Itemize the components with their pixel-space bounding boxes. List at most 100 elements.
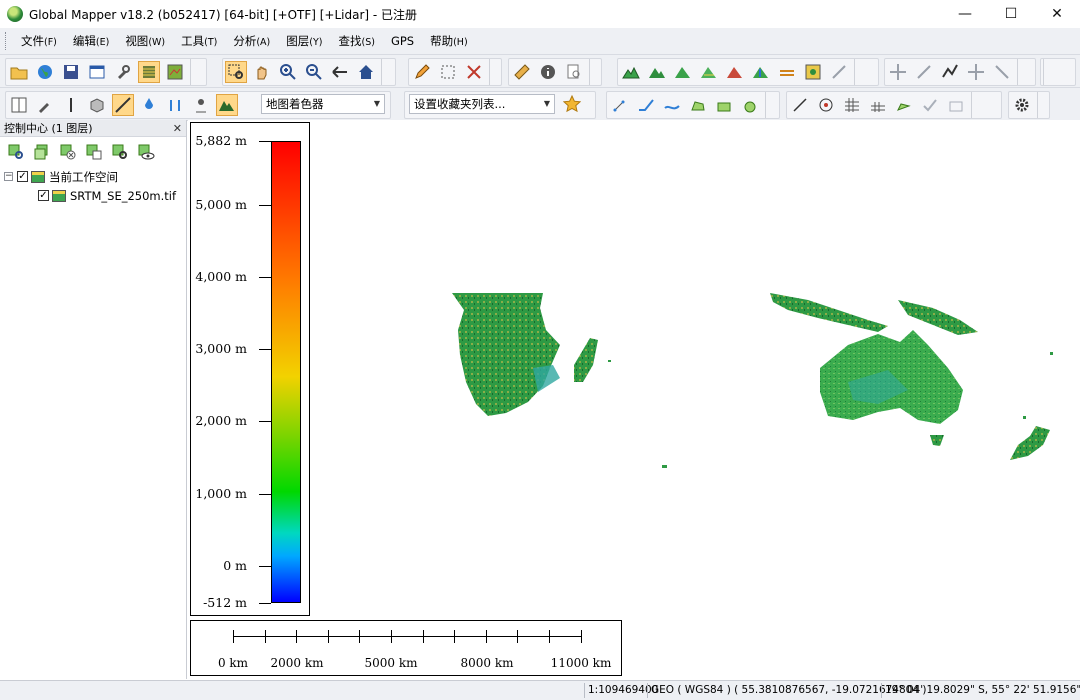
menu-view[interactable]: 视图(W) bbox=[117, 33, 173, 49]
draw-circle-icon[interactable] bbox=[739, 94, 761, 116]
draw-path-icon[interactable] bbox=[661, 94, 683, 116]
star-icon[interactable] bbox=[561, 93, 583, 115]
zoom-to-layer-icon[interactable] bbox=[5, 141, 27, 163]
layer-metadata-icon[interactable] bbox=[83, 141, 105, 163]
legend-tick bbox=[259, 566, 271, 567]
open-folder-icon[interactable] bbox=[8, 61, 30, 83]
toolbar-end[interactable] bbox=[190, 59, 197, 85]
zoom-out-icon[interactable] bbox=[303, 61, 325, 83]
toolbar-end[interactable] bbox=[971, 92, 978, 118]
layer-options-icon[interactable] bbox=[31, 141, 53, 163]
disabled-tool-icon[interactable] bbox=[828, 61, 850, 83]
contour-icon[interactable] bbox=[698, 61, 720, 83]
move-icon[interactable] bbox=[887, 61, 909, 83]
toolbar-end[interactable] bbox=[1037, 92, 1044, 118]
measure-distance-icon[interactable] bbox=[789, 94, 811, 116]
layer-search-icon[interactable] bbox=[109, 141, 131, 163]
elevation-icon[interactable] bbox=[164, 94, 186, 116]
split-view-icon[interactable] bbox=[60, 94, 82, 116]
minimize-button[interactable]: — bbox=[942, 0, 988, 28]
chevron-down-icon[interactable]: ▼ bbox=[370, 95, 384, 113]
toolbar-end[interactable] bbox=[489, 59, 496, 85]
close-button[interactable]: ✕ bbox=[1034, 0, 1080, 28]
tree-row-workspace[interactable]: − ✓ 当前工作空间 bbox=[4, 167, 186, 186]
panel-close-button[interactable]: ✕ bbox=[173, 122, 182, 135]
mountain-icon[interactable] bbox=[672, 61, 694, 83]
info-icon[interactable] bbox=[537, 61, 559, 83]
chevron-down-icon[interactable]: ▼ bbox=[540, 95, 554, 113]
menu-layer[interactable]: 图层(Y) bbox=[278, 33, 330, 49]
menu-help[interactable]: 帮助(H) bbox=[422, 33, 476, 49]
hillshade-icon[interactable] bbox=[216, 94, 238, 116]
zoom-in-icon[interactable] bbox=[277, 61, 299, 83]
delete-feature-icon[interactable] bbox=[463, 61, 485, 83]
pan-hand-icon[interactable] bbox=[251, 61, 273, 83]
save-icon[interactable] bbox=[60, 61, 82, 83]
home-icon[interactable] bbox=[355, 61, 377, 83]
menu-edit[interactable]: 编辑(E) bbox=[65, 33, 117, 49]
globe-icon[interactable] bbox=[34, 61, 56, 83]
menu-analysis[interactable]: 分析(A) bbox=[225, 33, 278, 49]
move-vertex-icon[interactable] bbox=[965, 61, 987, 83]
cut-fill-icon[interactable] bbox=[776, 61, 798, 83]
light-direction-icon[interactable] bbox=[190, 94, 212, 116]
close-layer-icon[interactable] bbox=[57, 141, 79, 163]
3d-view-icon[interactable] bbox=[86, 94, 108, 116]
tree-row-layer[interactable]: ✓ SRTM_SE_250m.tif bbox=[4, 186, 186, 205]
draw-rect-icon[interactable] bbox=[713, 94, 735, 116]
tree-collapse-icon[interactable]: − bbox=[4, 172, 13, 181]
wrench-icon[interactable] bbox=[112, 61, 134, 83]
slope-shader-icon[interactable] bbox=[112, 94, 134, 116]
workspace-layer-icon bbox=[31, 170, 45, 183]
ruler-icon[interactable] bbox=[511, 61, 533, 83]
draw-area-icon[interactable] bbox=[687, 94, 709, 116]
terrain-icon[interactable] bbox=[620, 61, 642, 83]
toolbar-end[interactable] bbox=[854, 59, 861, 85]
grid-icon[interactable] bbox=[841, 94, 863, 116]
maximize-button[interactable]: ☐ bbox=[988, 0, 1034, 28]
resize-icon[interactable] bbox=[913, 61, 935, 83]
toolbar-end[interactable] bbox=[1043, 59, 1050, 85]
search-document-icon[interactable] bbox=[563, 61, 585, 83]
snap-icon[interactable] bbox=[991, 61, 1013, 83]
eye-icon[interactable] bbox=[135, 141, 157, 163]
raster-calc-icon[interactable] bbox=[802, 61, 824, 83]
edit-area-icon[interactable] bbox=[893, 94, 915, 116]
checkmark-icon[interactable] bbox=[919, 94, 941, 116]
rect-select-icon[interactable] bbox=[437, 61, 459, 83]
workspace-checkbox[interactable]: ✓ bbox=[17, 171, 28, 182]
target-icon[interactable] bbox=[815, 94, 837, 116]
edit-disabled-icon[interactable] bbox=[945, 94, 967, 116]
water-level-icon[interactable] bbox=[138, 94, 160, 116]
layer-props-icon[interactable] bbox=[8, 94, 30, 116]
vertex-edit-icon[interactable] bbox=[939, 61, 961, 83]
toolbar-end[interactable] bbox=[765, 92, 772, 118]
map-view[interactable]: 5,882 m 5,000 m 4,000 m 3,000 m 2,000 m 1,000… bbox=[188, 120, 1080, 679]
viewshed-icon[interactable] bbox=[724, 61, 746, 83]
edit-grid-icon[interactable] bbox=[867, 94, 889, 116]
toolbar-end[interactable] bbox=[589, 59, 596, 85]
watershed-icon[interactable] bbox=[750, 61, 772, 83]
pencil-icon[interactable] bbox=[411, 61, 433, 83]
draw-line-icon[interactable] bbox=[635, 94, 657, 116]
menu-file[interactable]: 文件(F) bbox=[13, 33, 65, 49]
favorites-select[interactable]: 设置收藏夹列表... ▼ bbox=[409, 94, 555, 114]
overview-map-icon[interactable] bbox=[164, 61, 186, 83]
menu-gps[interactable]: GPS bbox=[383, 34, 422, 48]
workspace-icon[interactable] bbox=[86, 61, 108, 83]
menu-tools[interactable]: 工具(T) bbox=[173, 33, 225, 49]
menu-grip[interactable] bbox=[5, 32, 9, 50]
terrain-view-icon[interactable] bbox=[646, 61, 668, 83]
layer-checkbox[interactable]: ✓ bbox=[38, 190, 49, 201]
toolbar-end[interactable] bbox=[381, 59, 388, 85]
back-arrow-icon[interactable] bbox=[329, 61, 351, 83]
draw-points-icon[interactable] bbox=[609, 94, 631, 116]
eyedropper-icon[interactable] bbox=[34, 94, 56, 116]
gear-icon[interactable] bbox=[1011, 94, 1033, 116]
shader-select[interactable]: 地图着色器 ▼ bbox=[261, 94, 385, 114]
toolbar-end[interactable] bbox=[1017, 59, 1024, 85]
control-center-icon[interactable] bbox=[138, 61, 160, 83]
scale-tick bbox=[580, 630, 582, 643]
menu-search[interactable]: 查找(S) bbox=[330, 33, 382, 49]
digitizer-select-icon[interactable] bbox=[225, 61, 247, 83]
